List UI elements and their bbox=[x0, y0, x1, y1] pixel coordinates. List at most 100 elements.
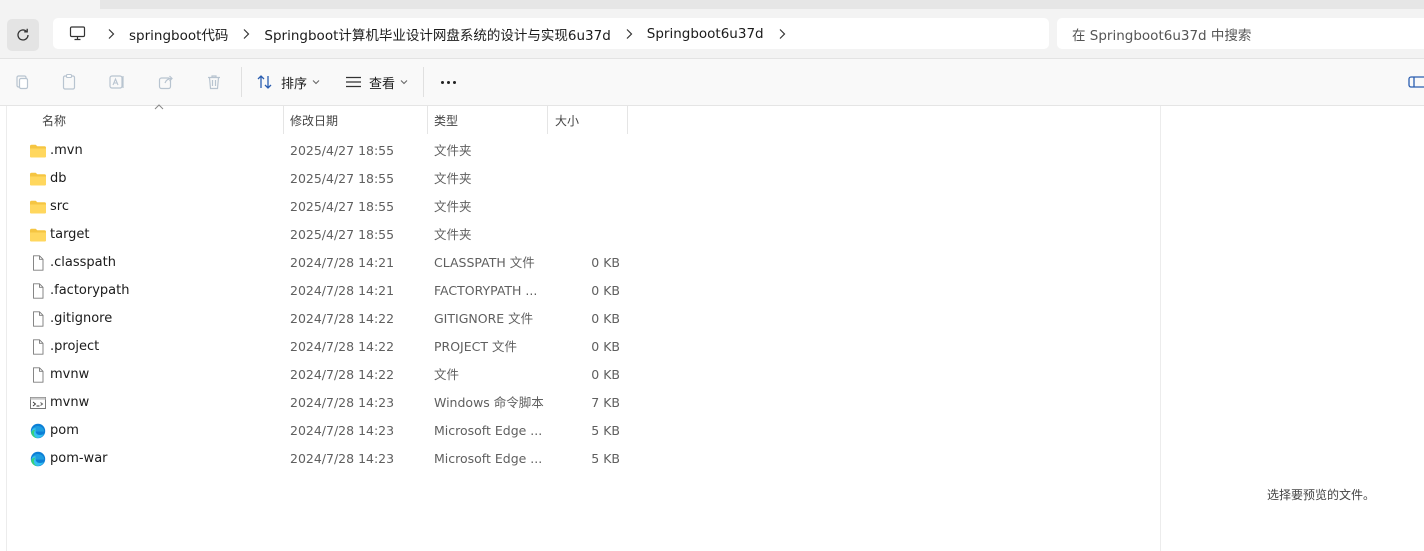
file-modified-date: 2024/7/28 14:22 bbox=[290, 311, 395, 326]
file-modified-date: 2024/7/28 14:22 bbox=[290, 339, 395, 354]
column-divider[interactable] bbox=[547, 106, 548, 134]
file-type: PROJECT 文件 bbox=[434, 339, 517, 354]
folder-icon bbox=[29, 199, 47, 215]
chevron-right-icon[interactable] bbox=[768, 18, 796, 49]
folder-icon bbox=[29, 171, 47, 187]
file-modified-date: 2025/4/27 18:55 bbox=[290, 199, 395, 214]
file-name: .gitignore bbox=[50, 311, 113, 326]
file-row[interactable]: target 2025/4/27 18:55 文件夹 bbox=[0, 221, 1160, 249]
file-modified-date: 2025/4/27 18:55 bbox=[290, 227, 395, 242]
chevron-right-icon[interactable] bbox=[615, 18, 643, 49]
column-divider[interactable] bbox=[627, 106, 628, 134]
file-row[interactable]: pom 2024/7/28 14:23 Microsoft Edge ... 5 KB bbox=[0, 417, 1160, 445]
preview-message: 选择要预览的文件。 bbox=[1267, 488, 1376, 502]
file-type: Microsoft Edge ... bbox=[434, 451, 543, 466]
file-type: 文件夹 bbox=[434, 171, 472, 186]
copy-icon[interactable] bbox=[58, 71, 80, 93]
breadcrumb-current-folder[interactable]: Springboot6u37d bbox=[643, 26, 768, 42]
chevron-right-icon[interactable] bbox=[97, 18, 125, 49]
toolbar-separator bbox=[423, 67, 424, 97]
folder-icon bbox=[29, 227, 47, 243]
file-size: 0 KB bbox=[591, 367, 620, 382]
file-size: 5 KB bbox=[591, 451, 620, 466]
breadcrumb-project[interactable]: Springboot计算机毕业设计网盘系统的设计与实现6u37d bbox=[260, 24, 614, 44]
edge-icon bbox=[29, 423, 47, 439]
column-name[interactable]: 名称 bbox=[42, 106, 66, 134]
column-type[interactable]: 类型 bbox=[434, 106, 458, 134]
file-size: 0 KB bbox=[591, 255, 620, 270]
cut-icon[interactable] bbox=[11, 71, 33, 93]
file-list: .mvn 2025/4/27 18:55 文件夹 db 2025/4/27 18:55 文… bbox=[0, 137, 1160, 473]
view-icon bbox=[346, 76, 361, 88]
file-row[interactable]: .mvn 2025/4/27 18:55 文件夹 bbox=[0, 137, 1160, 165]
file-type: 文件夹 bbox=[434, 227, 472, 242]
file-name: pom bbox=[50, 423, 79, 438]
file-name: pom-war bbox=[50, 451, 108, 466]
chevron-down-icon bbox=[312, 80, 320, 85]
column-size[interactable]: 大小 bbox=[555, 106, 579, 134]
file-row[interactable]: pom-war 2024/7/28 14:23 Microsoft Edge ...… bbox=[0, 445, 1160, 473]
file-name: .classpath bbox=[50, 255, 116, 270]
file-row[interactable]: src 2025/4/27 18:55 文件夹 bbox=[0, 193, 1160, 221]
view-button[interactable]: 查看 bbox=[345, 70, 408, 94]
search-input[interactable]: 在 Springboot6u37d 中搜索 bbox=[1057, 18, 1424, 49]
this-pc-icon[interactable] bbox=[57, 18, 97, 49]
file-modified-date: 2024/7/28 14:21 bbox=[290, 283, 395, 298]
file-icon bbox=[29, 255, 47, 271]
share-icon[interactable] bbox=[155, 71, 177, 93]
refresh-button[interactable] bbox=[7, 19, 39, 51]
column-divider[interactable] bbox=[283, 106, 284, 134]
preview-pane: 选择要预览的文件。 bbox=[1160, 106, 1424, 551]
rename-icon[interactable] bbox=[106, 71, 128, 93]
file-row[interactable]: .gitignore 2024/7/28 14:22 GITIGNORE 文件 0 K… bbox=[0, 305, 1160, 333]
file-name: .factorypath bbox=[50, 283, 130, 298]
file-name: mvnw bbox=[50, 395, 90, 410]
file-type: GITIGNORE 文件 bbox=[434, 311, 534, 326]
file-row[interactable]: .classpath 2024/7/28 14:21 CLASSPATH 文件 0 K… bbox=[0, 249, 1160, 277]
file-type: Microsoft Edge ... bbox=[434, 423, 543, 438]
file-name: mvnw bbox=[50, 367, 90, 382]
breadcrumb-springboot-code[interactable]: springboot代码 bbox=[125, 24, 232, 44]
refresh-icon bbox=[17, 28, 29, 41]
column-modified[interactable]: 修改日期 bbox=[290, 106, 338, 134]
file-icon bbox=[29, 311, 47, 327]
chevron-down-icon bbox=[400, 80, 408, 85]
file-size: 0 KB bbox=[591, 311, 620, 326]
search-placeholder: 在 Springboot6u37d 中搜索 bbox=[1072, 27, 1252, 44]
edge-icon bbox=[29, 451, 47, 467]
file-modified-date: 2024/7/28 14:21 bbox=[290, 255, 395, 270]
file-name: .mvn bbox=[50, 143, 83, 158]
file-name: db bbox=[50, 171, 67, 186]
column-divider[interactable] bbox=[427, 106, 428, 134]
more-options-button[interactable] bbox=[437, 71, 459, 93]
file-size: 0 KB bbox=[591, 283, 620, 298]
file-row[interactable]: mvnw 2024/7/28 14:23 Windows 命令脚本 7 KB bbox=[0, 389, 1160, 417]
file-modified-date: 2024/7/28 14:23 bbox=[290, 423, 395, 438]
file-size: 5 KB bbox=[591, 423, 620, 438]
file-row[interactable]: .project 2024/7/28 14:22 PROJECT 文件 0 KB bbox=[0, 333, 1160, 361]
chevron-right-icon[interactable] bbox=[232, 18, 260, 49]
file-icon bbox=[29, 367, 47, 383]
file-modified-date: 2024/7/28 14:23 bbox=[290, 395, 395, 410]
file-name: .project bbox=[50, 339, 100, 354]
more-icon bbox=[440, 80, 444, 84]
file-row[interactable]: db 2025/4/27 18:55 文件夹 bbox=[0, 165, 1160, 193]
details-pane-icon[interactable] bbox=[1408, 74, 1424, 90]
file-size bbox=[560, 165, 620, 193]
command-bar: 排序 查看 bbox=[0, 59, 1424, 106]
file-type: 文件夹 bbox=[434, 143, 472, 158]
file-type: 文件夹 bbox=[434, 199, 472, 214]
toolbar-separator bbox=[241, 67, 242, 97]
cmd-script-icon bbox=[29, 395, 47, 411]
sort-button[interactable]: 排序 bbox=[256, 70, 320, 94]
address-bar[interactable]: springboot代码 Springboot计算机毕业设计网盘系统的设计与实现… bbox=[53, 18, 1049, 49]
file-size bbox=[560, 221, 620, 249]
file-type: 文件 bbox=[434, 367, 460, 382]
file-row[interactable]: mvnw 2024/7/28 14:22 文件 0 KB bbox=[0, 361, 1160, 389]
file-modified-date: 2025/4/27 18:55 bbox=[290, 143, 395, 158]
delete-icon[interactable] bbox=[203, 71, 225, 93]
tab-strip bbox=[0, 0, 1424, 10]
address-row: springboot代码 Springboot计算机毕业设计网盘系统的设计与实现… bbox=[0, 9, 1424, 59]
file-row[interactable]: .factorypath 2024/7/28 14:21 FACTORYPATH .… bbox=[0, 277, 1160, 305]
file-type: FACTORYPATH ... bbox=[434, 283, 538, 298]
